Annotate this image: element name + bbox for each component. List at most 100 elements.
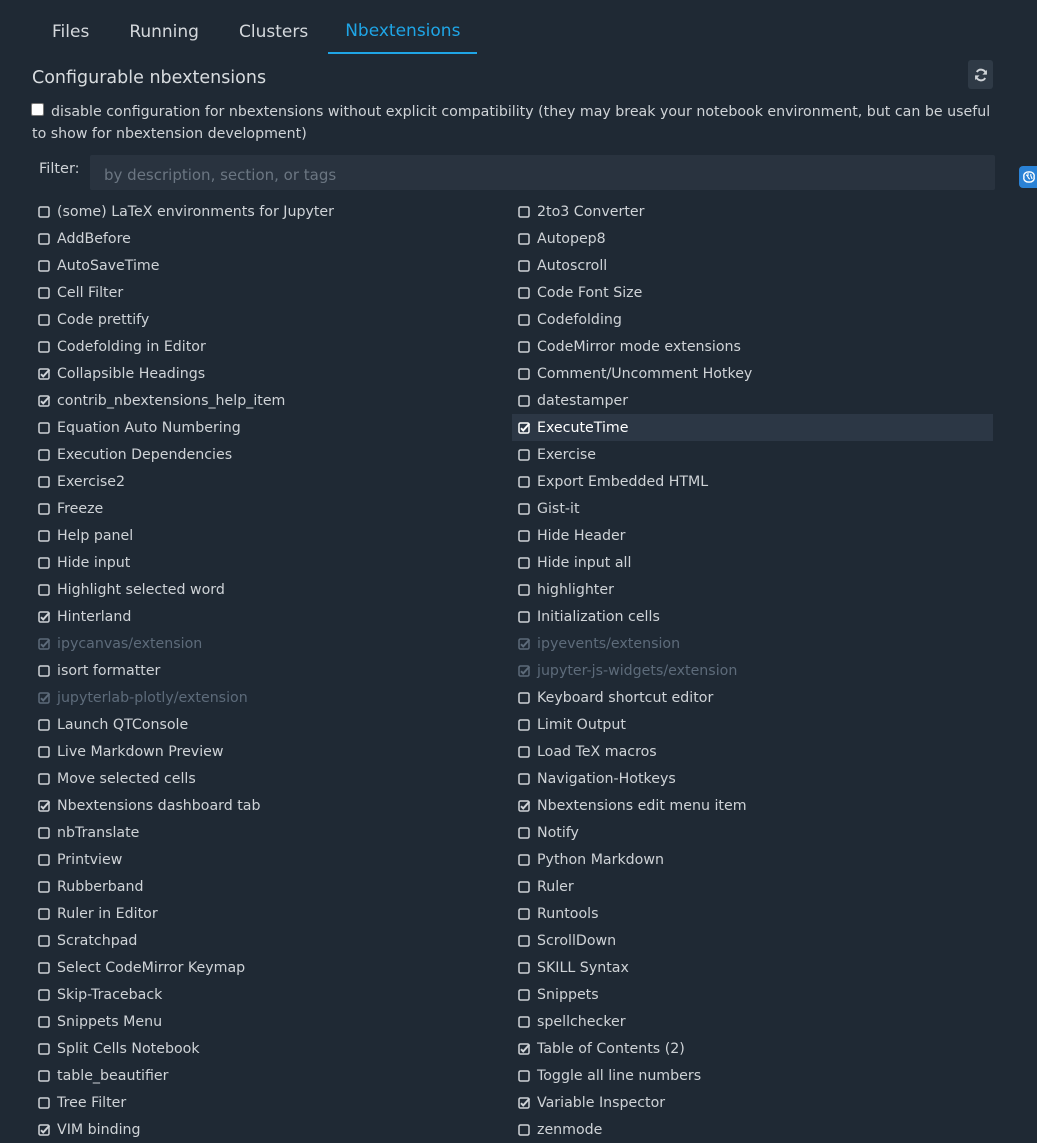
extension-item[interactable]: datestamper [512,387,997,414]
extension-item[interactable]: ipyevents/extension [512,630,997,657]
unchecked-box-icon[interactable] [38,880,50,893]
unchecked-box-icon[interactable] [38,205,50,218]
extension-item[interactable]: Launch QTConsole [32,711,512,738]
extension-item[interactable]: Snippets [512,981,997,1008]
extension-item[interactable]: Scratchpad [32,927,512,954]
extension-item[interactable]: (some) LaTeX environments for Jupyter [32,198,512,225]
extension-item[interactable]: Help panel [32,522,512,549]
extension-item[interactable]: Autoscroll [512,252,997,279]
unchecked-box-icon[interactable] [518,340,530,353]
checked-box-icon[interactable] [518,1042,531,1055]
extension-item[interactable]: Collapsible Headings [32,360,512,387]
checked-box-icon[interactable] [38,799,51,812]
extension-item[interactable]: Tree Filter [32,1089,512,1116]
extension-item[interactable]: isort formatter [32,657,512,684]
extension-item[interactable]: Rubberband [32,873,512,900]
unchecked-box-icon[interactable] [518,502,530,515]
unchecked-box-icon[interactable] [38,583,50,596]
unchecked-box-icon[interactable] [38,988,50,1001]
extension-item[interactable]: ExecuteTime [512,414,997,441]
extension-item[interactable]: Autopep8 [512,225,997,252]
unchecked-box-icon[interactable] [38,934,50,947]
extension-item[interactable]: Select CodeMirror Keymap [32,954,512,981]
extension-item[interactable]: Exercise [512,441,997,468]
extension-item[interactable]: Ruler [512,873,997,900]
extension-item[interactable]: SKILL Syntax [512,954,997,981]
extension-item[interactable]: Hinterland [32,603,512,630]
tab-files[interactable]: Files [32,10,109,54]
checked-box-icon[interactable] [38,637,51,650]
extension-item[interactable]: Cell Filter [32,279,512,306]
unchecked-box-icon[interactable] [518,286,530,299]
unchecked-box-icon[interactable] [38,1015,50,1028]
unchecked-box-icon[interactable] [518,961,530,974]
unchecked-box-icon[interactable] [518,583,530,596]
unchecked-box-icon[interactable] [38,556,50,569]
extension-item[interactable]: Live Markdown Preview [32,738,512,765]
extension-item[interactable]: Nbextensions dashboard tab [32,792,512,819]
extension-item[interactable]: CodeMirror mode extensions [512,333,997,360]
extension-item[interactable]: Code Font Size [512,279,997,306]
unchecked-box-icon[interactable] [38,772,50,785]
extension-item[interactable]: Execution Dependencies [32,441,512,468]
unchecked-box-icon[interactable] [518,1069,530,1082]
unchecked-box-icon[interactable] [38,421,50,434]
unchecked-box-icon[interactable] [38,286,50,299]
extension-item[interactable]: AddBefore [32,225,512,252]
extension-item[interactable]: Navigation-Hotkeys [512,765,997,792]
extension-item[interactable]: Split Cells Notebook [32,1035,512,1062]
unchecked-box-icon[interactable] [518,232,530,245]
extension-item[interactable]: VIM binding [32,1116,512,1143]
unchecked-box-icon[interactable] [518,448,530,461]
checked-box-icon[interactable] [38,1123,51,1136]
checked-box-icon[interactable] [38,610,51,623]
extension-item[interactable]: Code prettify [32,306,512,333]
extension-item[interactable]: Freeze [32,495,512,522]
unchecked-box-icon[interactable] [518,718,530,731]
unchecked-box-icon[interactable] [518,772,530,785]
extension-item[interactable]: Move selected cells [32,765,512,792]
unchecked-box-icon[interactable] [38,826,50,839]
unchecked-box-icon[interactable] [38,475,50,488]
unchecked-box-icon[interactable] [518,610,530,623]
extension-item[interactable]: Skip-Traceback [32,981,512,1008]
unchecked-box-icon[interactable] [38,664,50,677]
extension-item[interactable]: spellchecker [512,1008,997,1035]
side-panel-button[interactable] [1019,166,1037,188]
checked-box-icon[interactable] [518,664,531,677]
unchecked-box-icon[interactable] [518,205,530,218]
extension-item[interactable]: jupyter-js-widgets/extension [512,657,997,684]
extension-item[interactable]: Variable Inspector [512,1089,997,1116]
extension-item[interactable]: Ruler in Editor [32,900,512,927]
extension-item[interactable]: Comment/Uncomment Hotkey [512,360,997,387]
extension-item[interactable]: Hide input [32,549,512,576]
unchecked-box-icon[interactable] [518,394,530,407]
checked-box-icon[interactable] [518,421,531,434]
unchecked-box-icon[interactable] [518,934,530,947]
unchecked-box-icon[interactable] [518,853,530,866]
unchecked-box-icon[interactable] [38,232,50,245]
extension-item[interactable]: Runtools [512,900,997,927]
checked-box-icon[interactable] [518,637,531,650]
unchecked-box-icon[interactable] [38,1069,50,1082]
unchecked-box-icon[interactable] [38,259,50,272]
unchecked-box-icon[interactable] [518,745,530,758]
unchecked-box-icon[interactable] [518,313,530,326]
unchecked-box-icon[interactable] [38,1042,50,1055]
checked-box-icon[interactable] [38,691,51,704]
tab-running[interactable]: Running [109,10,219,54]
unchecked-box-icon[interactable] [38,745,50,758]
extension-item[interactable]: Hide Header [512,522,997,549]
unchecked-box-icon[interactable] [518,880,530,893]
extension-item[interactable]: Export Embedded HTML [512,468,997,495]
extension-item[interactable]: AutoSaveTime [32,252,512,279]
extension-item[interactable]: Snippets Menu [32,1008,512,1035]
unchecked-box-icon[interactable] [518,826,530,839]
extension-item[interactable]: Codefolding [512,306,997,333]
extension-item[interactable]: Printview [32,846,512,873]
unchecked-box-icon[interactable] [38,502,50,515]
refresh-button[interactable] [968,60,993,89]
tab-clusters[interactable]: Clusters [219,10,328,54]
extension-item[interactable]: Initialization cells [512,603,997,630]
extension-item[interactable]: Limit Output [512,711,997,738]
